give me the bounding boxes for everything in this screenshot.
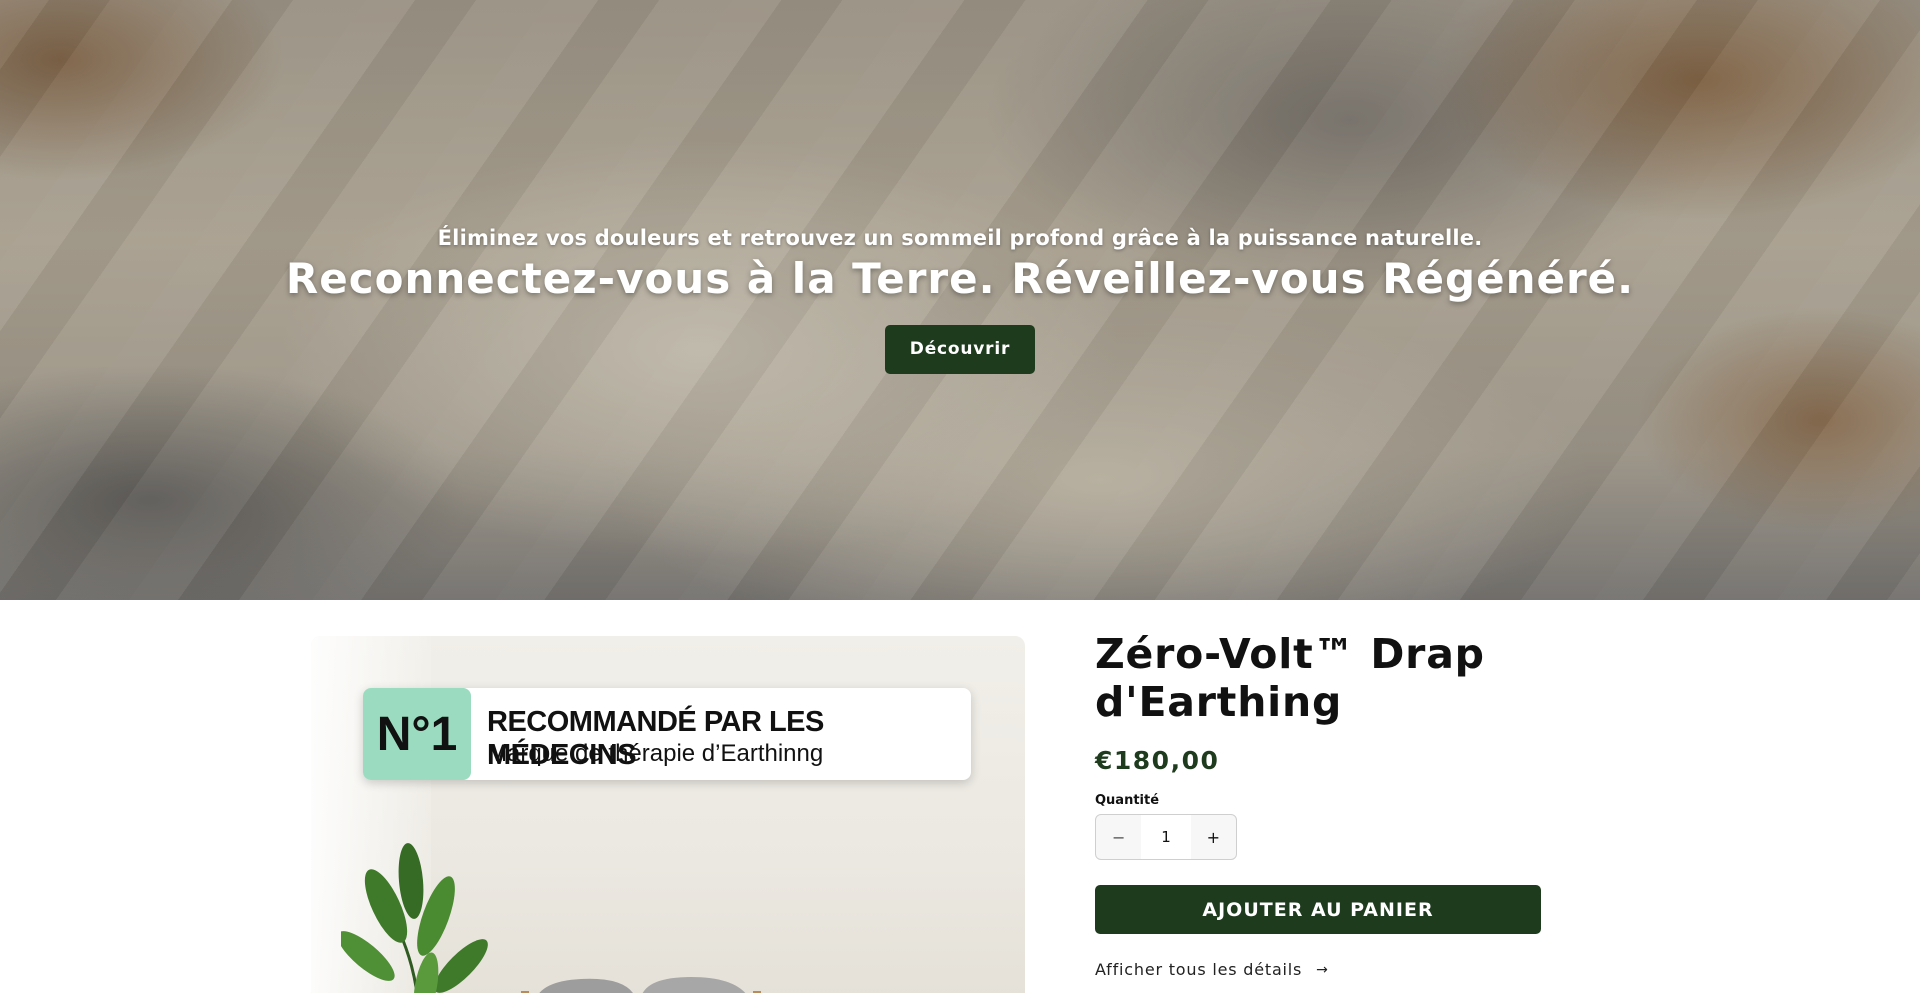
quantity-label: Quantité bbox=[1095, 793, 1160, 808]
badge-number: N°1 bbox=[363, 688, 471, 780]
product-image[interactable]: N°1 RECOMMANDÉ PAR LES MÉDECINS Marque d… bbox=[311, 636, 1025, 993]
view-details-link[interactable]: Afficher tous les détails → bbox=[1095, 960, 1540, 979]
product-info: Zéro-Volt™ Drap d'Earthing €180,00 Quant… bbox=[1095, 630, 1541, 979]
add-to-cart-button[interactable]: AJOUTER AU PANIER bbox=[1095, 885, 1541, 934]
product-title: Zéro-Volt™ Drap d'Earthing bbox=[1095, 630, 1485, 726]
hero-subtitle: Éliminez vos douleurs et retrouvez un so… bbox=[437, 226, 1483, 250]
hero-content: Éliminez vos douleurs et retrouvez un so… bbox=[0, 226, 1920, 374]
pillows-illustration bbox=[521, 977, 761, 993]
decrease-quantity-button[interactable]: − bbox=[1096, 815, 1141, 859]
discover-button[interactable]: Découvrir bbox=[885, 325, 1035, 374]
badge-subline: Marque de thérapie d’Earthinng bbox=[487, 740, 824, 767]
product-price: €180,00 bbox=[1095, 746, 1220, 775]
plant-illustration bbox=[341, 843, 488, 993]
doctor-recommended-badge: N°1 RECOMMANDÉ PAR LES MÉDECINS Marque d… bbox=[363, 688, 971, 780]
arrow-right-icon: → bbox=[1316, 961, 1329, 978]
view-details-label: Afficher tous les détails bbox=[1095, 960, 1303, 979]
quantity-input[interactable]: 1 bbox=[1141, 815, 1191, 859]
increase-quantity-button[interactable]: + bbox=[1191, 815, 1236, 859]
hero-title: Reconnectez-vous à la Terre. Réveillez-v… bbox=[285, 254, 1635, 303]
hero-banner: Éliminez vos douleurs et retrouvez un so… bbox=[0, 0, 1920, 600]
quantity-stepper: − 1 + bbox=[1095, 814, 1237, 860]
